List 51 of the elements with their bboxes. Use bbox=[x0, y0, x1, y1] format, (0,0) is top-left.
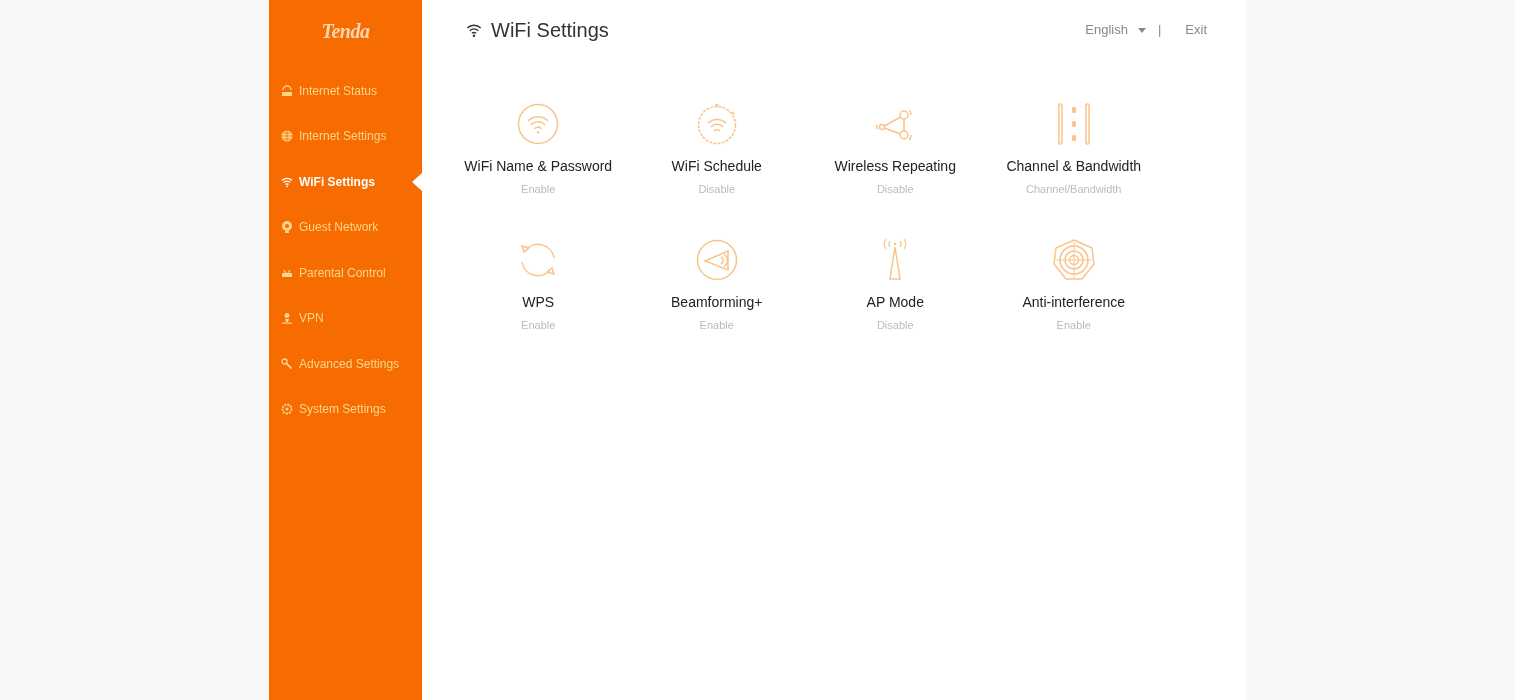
tile-status: Enable bbox=[1056, 317, 1091, 333]
exit-link[interactable]: Exit bbox=[1185, 20, 1207, 40]
channel-bars-icon bbox=[1056, 103, 1091, 145]
clock-wifi-icon bbox=[695, 103, 738, 145]
tile-status: Enable bbox=[521, 317, 556, 333]
tile-status: Channel/Bandwidth bbox=[1026, 182, 1122, 197]
sidebar-item[interactable]: System Settings bbox=[269, 386, 422, 432]
tile-title: Anti-interference bbox=[1022, 292, 1126, 312]
wrench-icon bbox=[281, 357, 293, 370]
wifi-icon bbox=[281, 175, 293, 188]
tile-title: AP Mode bbox=[866, 292, 924, 312]
tile-title: WiFi Name & Password bbox=[464, 157, 613, 176]
sidebar-item[interactable]: Advanced Settings bbox=[269, 341, 422, 387]
settings-tile[interactable]: WiFi Name & Password Enable bbox=[449, 102, 628, 198]
sidebar-item[interactable]: Guest Network bbox=[269, 204, 422, 250]
tile-status: Enable bbox=[521, 182, 556, 197]
beam-icon bbox=[695, 238, 738, 281]
tile-status: Enable bbox=[699, 317, 734, 333]
tile-title: Channel & Bandwidth bbox=[1006, 157, 1142, 176]
settings-tile[interactable]: Channel & Bandwidth Channel/Bandwidth bbox=[984, 102, 1163, 198]
tile-title: Beamforming+ bbox=[671, 292, 763, 312]
wifi-icon bbox=[517, 103, 560, 145]
tile-title: WPS bbox=[522, 292, 555, 312]
logo: Tenda bbox=[321, 19, 370, 44]
wifi-icon bbox=[465, 22, 483, 38]
gear-icon bbox=[281, 403, 293, 416]
target-icon bbox=[1051, 237, 1096, 282]
router-icon bbox=[281, 84, 293, 97]
tile-status: Disable bbox=[698, 182, 736, 197]
globe-icon bbox=[281, 130, 293, 143]
tile-status: Disable bbox=[876, 317, 914, 333]
sidebar-item[interactable]: Internet Status bbox=[269, 68, 422, 114]
settings-tile[interactable]: Beamforming+ Enable bbox=[627, 237, 806, 333]
settings-tile[interactable]: Wireless Repeating Disable bbox=[806, 102, 985, 198]
tile-status: Disable bbox=[876, 182, 914, 197]
language-dropdown[interactable]: English bbox=[1085, 20, 1146, 40]
settings-tile[interactable]: AP Mode Disable bbox=[806, 237, 985, 333]
settings-tile[interactable]: Anti-interference Enable bbox=[984, 237, 1163, 333]
person-icon bbox=[281, 312, 293, 325]
settings-tile[interactable]: WiFi Schedule Disable bbox=[627, 102, 806, 198]
settings-tile[interactable]: WPS Enable bbox=[449, 237, 628, 333]
sidebar-item[interactable]: VPN bbox=[269, 295, 422, 341]
separator: | bbox=[1157, 21, 1162, 40]
tile-title: Wireless Repeating bbox=[834, 157, 956, 176]
caret-icon bbox=[1137, 27, 1146, 33]
sidebar-item[interactable]: Internet Settings bbox=[269, 113, 422, 159]
page-title: WiFi Settings bbox=[491, 18, 609, 43]
sidebar-item[interactable]: Parental Control bbox=[269, 250, 422, 296]
guest-icon bbox=[281, 221, 293, 234]
tile-title: WiFi Schedule bbox=[671, 157, 762, 176]
sidebar-item[interactable]: WiFi Settings bbox=[269, 159, 422, 205]
